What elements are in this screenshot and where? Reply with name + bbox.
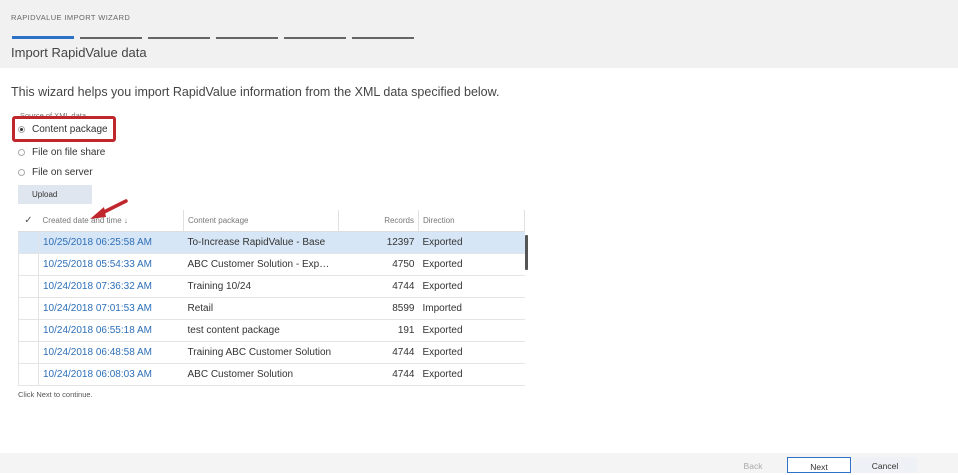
cell-direction: Exported [418,341,525,364]
cell-records: 4750 [338,253,419,276]
table-scrollbar[interactable] [525,235,528,270]
table-row[interactable]: 10/24/2018 06:55:18 AM test content pack… [18,319,525,342]
row-check-cell[interactable] [18,253,39,276]
wizard-panel: RAPIDVALUE IMPORT WIZARD Import RapidVal… [0,0,958,453]
cell-package: Training ABC Customer Solution [183,341,339,364]
cell-records: 12397 [338,231,419,254]
row-check-cell[interactable] [18,319,39,342]
cancel-button[interactable]: Cancel [853,457,917,473]
cell-created-date[interactable]: 10/25/2018 05:54:33 AM [38,253,184,276]
row-check-cell[interactable] [18,297,39,320]
cell-direction: Exported [418,231,525,254]
cell-created-date[interactable]: 10/24/2018 07:36:32 AM [38,275,184,298]
column-header-direction[interactable]: Direction [418,210,525,232]
cell-created-date[interactable]: 10/25/2018 06:25:58 AM [38,231,184,254]
content-package-table: ✓ Created date and time ↓ Content packag… [18,210,525,386]
cell-direction: Exported [418,253,525,276]
table-row[interactable]: 10/24/2018 07:01:53 AM Retail 8599 Impor… [18,297,525,320]
table-row[interactable]: 10/24/2018 06:48:58 AM Training ABC Cust… [18,341,525,364]
footer-note: Click Next to continue. [18,390,93,399]
row-check-cell[interactable] [18,275,39,298]
cell-records: 8599 [338,297,419,320]
cell-package: ABC Customer Solution [183,363,339,386]
cell-records: 4744 [338,341,419,364]
cell-package: To-Increase RapidValue - Base [183,231,339,254]
table-row[interactable]: 10/24/2018 07:36:32 AM Training 10/24 47… [18,275,525,298]
table-header-row: ✓ Created date and time ↓ Content packag… [18,210,525,232]
cell-records: 4744 [338,363,419,386]
cell-direction: Exported [418,319,525,342]
cell-direction: Exported [418,275,525,298]
cell-direction: Exported [418,363,525,386]
table-row[interactable]: 10/25/2018 06:25:58 AM To-Increase Rapid… [18,231,525,254]
back-button[interactable]: Back [721,457,785,473]
row-check-cell[interactable] [18,231,39,254]
column-header-package[interactable]: Content package [183,210,339,232]
cell-package: ABC Customer Solution - Export... [183,253,339,276]
cell-direction: Imported [418,297,525,320]
cell-records: 191 [338,319,419,342]
select-all-check-icon[interactable]: ✓ [18,210,39,232]
table-row[interactable]: 10/25/2018 05:54:33 AM ABC Customer Solu… [18,253,525,276]
next-button[interactable]: Next [787,457,851,473]
cell-package: Retail [183,297,339,320]
cell-created-date[interactable]: 10/24/2018 07:01:53 AM [38,297,184,320]
row-check-cell[interactable] [18,341,39,364]
column-header-records[interactable]: Records [338,210,419,232]
cell-records: 4744 [338,275,419,298]
cell-created-date[interactable]: 10/24/2018 06:55:18 AM [38,319,184,342]
row-check-cell[interactable] [18,363,39,386]
cell-package: test content package [183,319,339,342]
column-header-created[interactable]: Created date and time ↓ [38,210,184,232]
wizard-window: RAPIDVALUE IMPORT WIZARD Import RapidVal… [0,0,958,473]
cell-package: Training 10/24 [183,275,339,298]
table-row[interactable]: 10/24/2018 06:08:03 AM ABC Customer Solu… [18,363,525,386]
cell-created-date[interactable]: 10/24/2018 06:08:03 AM [38,363,184,386]
cell-created-date[interactable]: 10/24/2018 06:48:58 AM [38,341,184,364]
